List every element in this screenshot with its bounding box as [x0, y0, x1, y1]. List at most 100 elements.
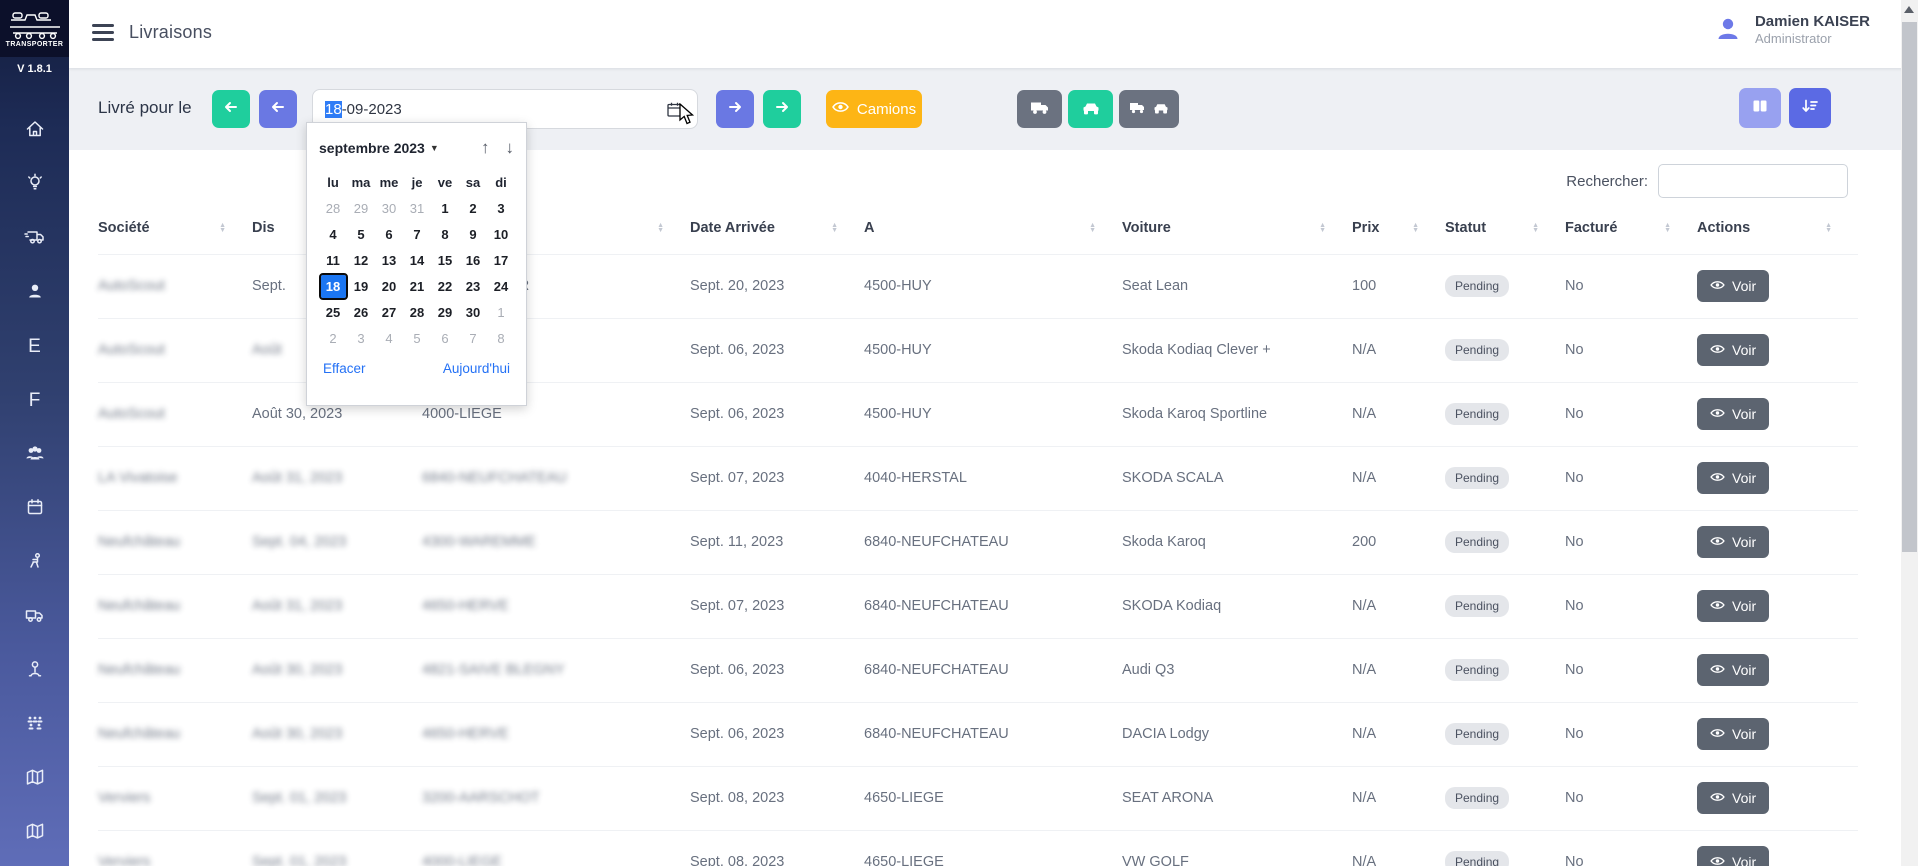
calendar-day[interactable]: 19	[349, 275, 374, 298]
calendar-day[interactable]: 3	[489, 197, 514, 220]
voir-button[interactable]: Voir	[1697, 590, 1769, 622]
next-day-button[interactable]	[763, 90, 801, 128]
calendar-day[interactable]: 29	[349, 197, 374, 220]
datepicker-month-select[interactable]: septembre 2023	[319, 140, 425, 156]
sidebar-item-transport[interactable]	[0, 590, 69, 644]
column-header[interactable]: Société▲▼	[98, 202, 252, 254]
calendar-day[interactable]: 1	[433, 197, 458, 220]
scrollbar-thumb[interactable]	[1902, 22, 1917, 552]
sidebar-item-deliveries[interactable]	[0, 212, 69, 266]
sidebar-item-calendar[interactable]	[0, 482, 69, 536]
calendar-day[interactable]: 4	[321, 223, 346, 246]
column-header[interactable]: Actions▲▼	[1697, 202, 1858, 254]
sidebar-item-map[interactable]	[0, 752, 69, 806]
sort-button[interactable]	[1789, 88, 1831, 128]
camions-toggle-button[interactable]: Camions	[826, 90, 922, 128]
sort-icon[interactable]: ▲▼	[1412, 223, 1419, 233]
calendar-day[interactable]: 7	[461, 327, 486, 350]
sort-icon[interactable]: ▲▼	[219, 223, 226, 233]
calendar-day[interactable]: 27	[377, 301, 402, 324]
column-header[interactable]: Date Arrivée▲▼	[690, 202, 864, 254]
calendar-day[interactable]: 8	[433, 223, 458, 246]
calendar-day[interactable]: 4	[377, 327, 402, 350]
sort-icon[interactable]: ▲▼	[1319, 223, 1326, 233]
calendar-day[interactable]: 9	[461, 223, 486, 246]
voir-button[interactable]: Voir	[1697, 398, 1769, 430]
sidebar-item-map-2[interactable]	[0, 806, 69, 860]
calendar-day[interactable]: 12	[349, 249, 374, 272]
calendar-day[interactable]: 17	[489, 249, 514, 272]
sidebar-item-ideas[interactable]	[0, 158, 69, 212]
sort-icon[interactable]: ▲▼	[1825, 223, 1832, 233]
scrollbar-up-arrow[interactable]	[1904, 6, 1914, 13]
calendar-day[interactable]: 30	[461, 301, 486, 324]
calendar-day[interactable]: 24	[489, 275, 514, 298]
calendar-day[interactable]: 26	[349, 301, 374, 324]
sort-icon[interactable]: ▲▼	[1089, 223, 1096, 233]
calendar-day-selected[interactable]: 18	[321, 275, 346, 298]
calendar-day[interactable]: 1	[489, 301, 514, 324]
calendar-day[interactable]: 28	[405, 301, 430, 324]
filter-trucks-and-cars-button[interactable]	[1119, 90, 1179, 128]
calendar-picker-icon[interactable]	[666, 101, 683, 118]
vertical-scrollbar[interactable]	[1901, 0, 1918, 866]
column-header[interactable]: Voiture▲▼	[1122, 202, 1352, 254]
calendar-day[interactable]: 11	[321, 249, 346, 272]
calendar-day[interactable]: 16	[461, 249, 486, 272]
calendar-day[interactable]: 2	[321, 327, 346, 350]
calendar-day[interactable]: 29	[433, 301, 458, 324]
column-header[interactable]: Statut▲▼	[1445, 202, 1565, 254]
calendar-day[interactable]: 10	[489, 223, 514, 246]
filter-trucks-button[interactable]	[1017, 90, 1062, 128]
app-logo[interactable]: TRANSPORTER	[0, 0, 69, 57]
column-header[interactable]: A▲▼	[864, 202, 1122, 254]
datepicker-clear-link[interactable]: Effacer	[323, 361, 366, 376]
calendar-day[interactable]: 5	[349, 223, 374, 246]
voir-button[interactable]: Voir	[1697, 526, 1769, 558]
voir-button[interactable]: Voir	[1697, 718, 1769, 750]
search-input[interactable]	[1658, 164, 1848, 198]
calendar-day[interactable]: 14	[405, 249, 430, 272]
datepicker-today-link[interactable]: Aujourd'hui	[443, 361, 510, 376]
filter-cars-button[interactable]	[1068, 90, 1113, 128]
calendar-day[interactable]: 21	[405, 275, 430, 298]
calendar-day[interactable]: 7	[405, 223, 430, 246]
user-menu[interactable]: Damien KAISER Administrator	[1713, 12, 1870, 46]
previous-month-arrow-icon[interactable]: ↑	[481, 138, 490, 158]
sidebar-item-accessibility[interactable]	[0, 536, 69, 590]
calendar-day[interactable]: 30	[377, 197, 402, 220]
sidebar-item-e[interactable]: E	[0, 320, 69, 374]
sidebar-item-home[interactable]	[0, 104, 69, 158]
sidebar-item-agents[interactable]	[0, 644, 69, 698]
calendar-day[interactable]: 3	[349, 327, 374, 350]
calendar-day[interactable]: 15	[433, 249, 458, 272]
sidebar-item-teams[interactable]	[0, 698, 69, 752]
voir-button[interactable]: Voir	[1697, 782, 1769, 814]
calendar-day[interactable]: 23	[461, 275, 486, 298]
voir-button[interactable]: Voir	[1697, 334, 1769, 366]
calendar-day[interactable]: 22	[433, 275, 458, 298]
sidebar-item-f[interactable]: F	[0, 374, 69, 428]
sidebar-item-user[interactable]	[0, 266, 69, 320]
previous-day-button[interactable]	[212, 90, 250, 128]
voir-button[interactable]: Voir	[1697, 270, 1769, 302]
calendar-day[interactable]: 6	[433, 327, 458, 350]
sort-icon[interactable]: ▲▼	[657, 223, 664, 233]
voir-button[interactable]: Voir	[1697, 654, 1769, 686]
calendar-day[interactable]: 28	[321, 197, 346, 220]
sort-icon[interactable]: ▲▼	[1532, 223, 1539, 233]
calendar-day[interactable]: 5	[405, 327, 430, 350]
previous-date-button[interactable]	[259, 90, 297, 128]
calendar-day[interactable]: 13	[377, 249, 402, 272]
calendar-day[interactable]: 2	[461, 197, 486, 220]
sort-icon[interactable]: ▲▼	[1664, 223, 1671, 233]
columns-view-button[interactable]	[1739, 88, 1781, 128]
calendar-day[interactable]: 6	[377, 223, 402, 246]
column-header[interactable]: Facturé▲▼	[1565, 202, 1697, 254]
calendar-day[interactable]: 8	[489, 327, 514, 350]
column-header[interactable]: Prix▲▼	[1352, 202, 1445, 254]
next-date-button[interactable]	[716, 90, 754, 128]
calendar-day[interactable]: 31	[405, 197, 430, 220]
next-month-arrow-icon[interactable]: ↓	[506, 138, 515, 158]
voir-button[interactable]: Voir	[1697, 846, 1769, 866]
